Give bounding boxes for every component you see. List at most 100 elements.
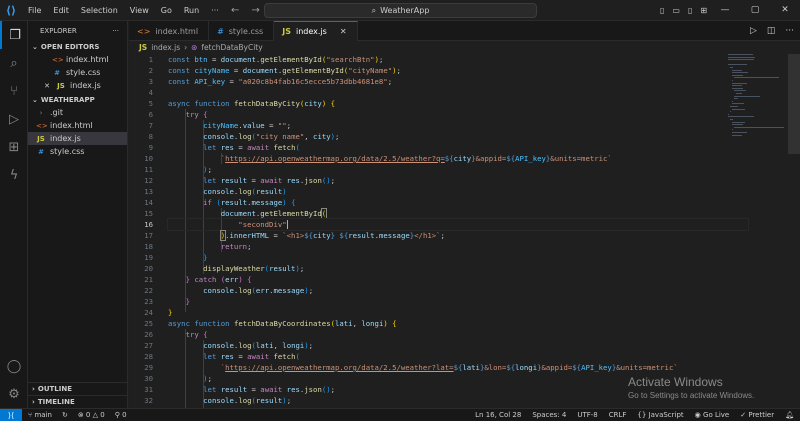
file-tree-item[interactable]: <> index.html	[28, 119, 127, 132]
search-view-icon[interactable]: ⌕	[0, 49, 28, 77]
chevron-right-icon: ›	[39, 108, 43, 117]
line-number: 21	[144, 275, 153, 284]
minimap-line	[732, 108, 745, 110]
toggle-sidebar-icon[interactable]: ▯	[660, 6, 664, 15]
command-center-search[interactable]: ⌕ WeatherApp	[264, 3, 537, 18]
go-live-button[interactable]: ◉ Go Live	[695, 411, 730, 419]
line-number: 19	[144, 253, 153, 262]
minimap-line	[728, 59, 754, 61]
activate-windows-watermark: Activate Windows Go to Settings to activ…	[628, 375, 754, 400]
notifications-bell-icon[interactable]: 🔔︎	[785, 411, 794, 419]
timeline-header[interactable]: › TIMELINE	[28, 395, 127, 408]
indentation[interactable]: Spaces: 4	[532, 411, 566, 419]
end-of-line[interactable]: CRLF	[609, 411, 627, 419]
minimap-line	[732, 132, 747, 133]
thunder-client-icon[interactable]: ϟ	[0, 161, 28, 189]
maximize-icon[interactable]: ▢	[740, 0, 770, 21]
file-label: index.html	[50, 121, 93, 130]
explorer-icon[interactable]: ❐	[0, 21, 28, 49]
minimap-line	[730, 111, 731, 113]
timeline-label: TIMELINE	[37, 398, 75, 406]
line-number: 10	[144, 154, 153, 163]
split-editor-icon[interactable]: ◫	[767, 26, 776, 36]
open-editor-item[interactable]: # style.css	[28, 66, 127, 79]
language-mode[interactable]: {} JavaScript	[637, 411, 683, 419]
tab-index-html[interactable]: <> index.html	[129, 21, 210, 41]
minimap-line	[732, 74, 743, 76]
open-editor-item[interactable]: <> index.html	[28, 53, 127, 66]
line-number: 2	[148, 66, 153, 75]
minimap-line	[728, 56, 755, 58]
encoding[interactable]: UTF-8	[577, 411, 597, 419]
line-number: 6	[148, 110, 153, 119]
customize-layout-icon[interactable]: ⊞	[700, 6, 707, 15]
close-editor-icon[interactable]: ✕	[42, 82, 52, 90]
folder-header[interactable]: ⌄ WEATHERAPP	[28, 94, 127, 106]
file-tree-item-selected[interactable]: JS index.js	[28, 132, 127, 145]
minimap-line	[732, 103, 744, 105]
search-label: WeatherApp	[380, 6, 430, 15]
prettier-status[interactable]: ✓ Prettier	[740, 411, 774, 419]
minimap-line	[732, 121, 745, 123]
editor-scrollbar[interactable]	[788, 54, 800, 408]
js-file-icon: JS	[37, 134, 45, 143]
css-file-icon: #	[217, 26, 224, 36]
open-editor-item[interactable]: ✕ JS index.js	[28, 79, 127, 92]
tab-style-css[interactable]: # style.css	[209, 21, 275, 41]
manage-gear-icon[interactable]: ⚙	[0, 380, 28, 408]
breadcrumb-symbol[interactable]: fetchDataByCity	[201, 43, 262, 52]
branch-status[interactable]: ⑂ main	[28, 411, 52, 419]
file-tree-item[interactable]: › .git	[28, 106, 127, 119]
ports-status[interactable]: ⚲ 0	[115, 411, 127, 419]
run-file-icon[interactable]: ▷	[750, 26, 757, 36]
tab-index-js[interactable]: JS index.js ✕	[274, 21, 358, 41]
more-actions-icon[interactable]: ···	[785, 26, 794, 36]
code-line: }	[185, 297, 190, 306]
minimize-icon[interactable]: —	[710, 0, 740, 21]
minimap-line	[732, 85, 742, 87]
window-controls: — ▢ ✕	[710, 0, 800, 21]
menu-file[interactable]: File	[22, 0, 47, 21]
menu-more[interactable]: ···	[205, 0, 225, 21]
menu-selection[interactable]: Selection	[75, 0, 124, 21]
chevron-down-icon: ⌄	[32, 96, 38, 104]
source-control-icon[interactable]: ⑂	[0, 77, 28, 105]
code-editor[interactable]: 1 2 3 4 5 6 7 8 9 10 11 12 13 14 15 16 17 18 19 20 21 22 23 24 2…	[129, 54, 800, 408]
cursor-position[interactable]: Ln 16, Col 28	[475, 411, 521, 419]
extensions-icon[interactable]: ⊞	[0, 133, 28, 161]
watermark-title: Activate Windows	[628, 375, 723, 389]
vscode-logo-icon: ⟨⟩	[5, 3, 17, 17]
line-number: 16	[144, 220, 153, 229]
html-file-icon: <>	[36, 121, 48, 130]
scrollbar-thumb[interactable]	[788, 54, 800, 154]
breadcrumb: JS index.js › ⊛ fetchDataByCity	[129, 41, 800, 54]
line-number: 7	[148, 121, 153, 130]
toggle-secondary-sidebar-icon[interactable]: ▯	[688, 6, 692, 15]
file-tree-item[interactable]: # style.css	[28, 145, 127, 158]
menu-edit[interactable]: Edit	[47, 0, 75, 21]
breadcrumb-file[interactable]: index.js	[151, 43, 180, 52]
minimap-line	[734, 95, 760, 97]
sync-icon[interactable]: ↻	[62, 411, 68, 419]
js-file-icon: JS	[57, 81, 65, 90]
account-icon[interactable]: ◯	[0, 352, 28, 380]
back-arrow-icon[interactable]: ←	[231, 5, 239, 16]
forward-arrow-icon[interactable]: →	[251, 5, 259, 16]
toggle-panel-icon[interactable]: ▭	[672, 6, 680, 15]
outline-header[interactable]: › OUTLINE	[28, 382, 127, 395]
run-debug-icon[interactable]: ▷	[0, 105, 28, 133]
line-number: 13	[144, 187, 153, 196]
chevron-down-icon: ⌄	[32, 43, 38, 51]
tab-label: index.js	[295, 27, 327, 36]
minimap[interactable]	[728, 54, 788, 154]
problems-status[interactable]: ⊗ 0 △ 0	[78, 411, 105, 419]
remote-indicator-icon[interactable]: ⟩⟨	[0, 408, 22, 421]
open-editors-header[interactable]: ⌄ OPEN EDITORS	[28, 41, 127, 53]
close-tab-icon[interactable]: ✕	[340, 27, 347, 36]
menu-go[interactable]: Go	[155, 0, 178, 21]
menu-run[interactable]: Run	[178, 0, 205, 21]
close-icon[interactable]: ✕	[770, 0, 800, 21]
menu-view[interactable]: View	[124, 0, 155, 21]
line-number: 27	[144, 341, 153, 350]
explorer-more-icon[interactable]: ···	[112, 27, 119, 35]
